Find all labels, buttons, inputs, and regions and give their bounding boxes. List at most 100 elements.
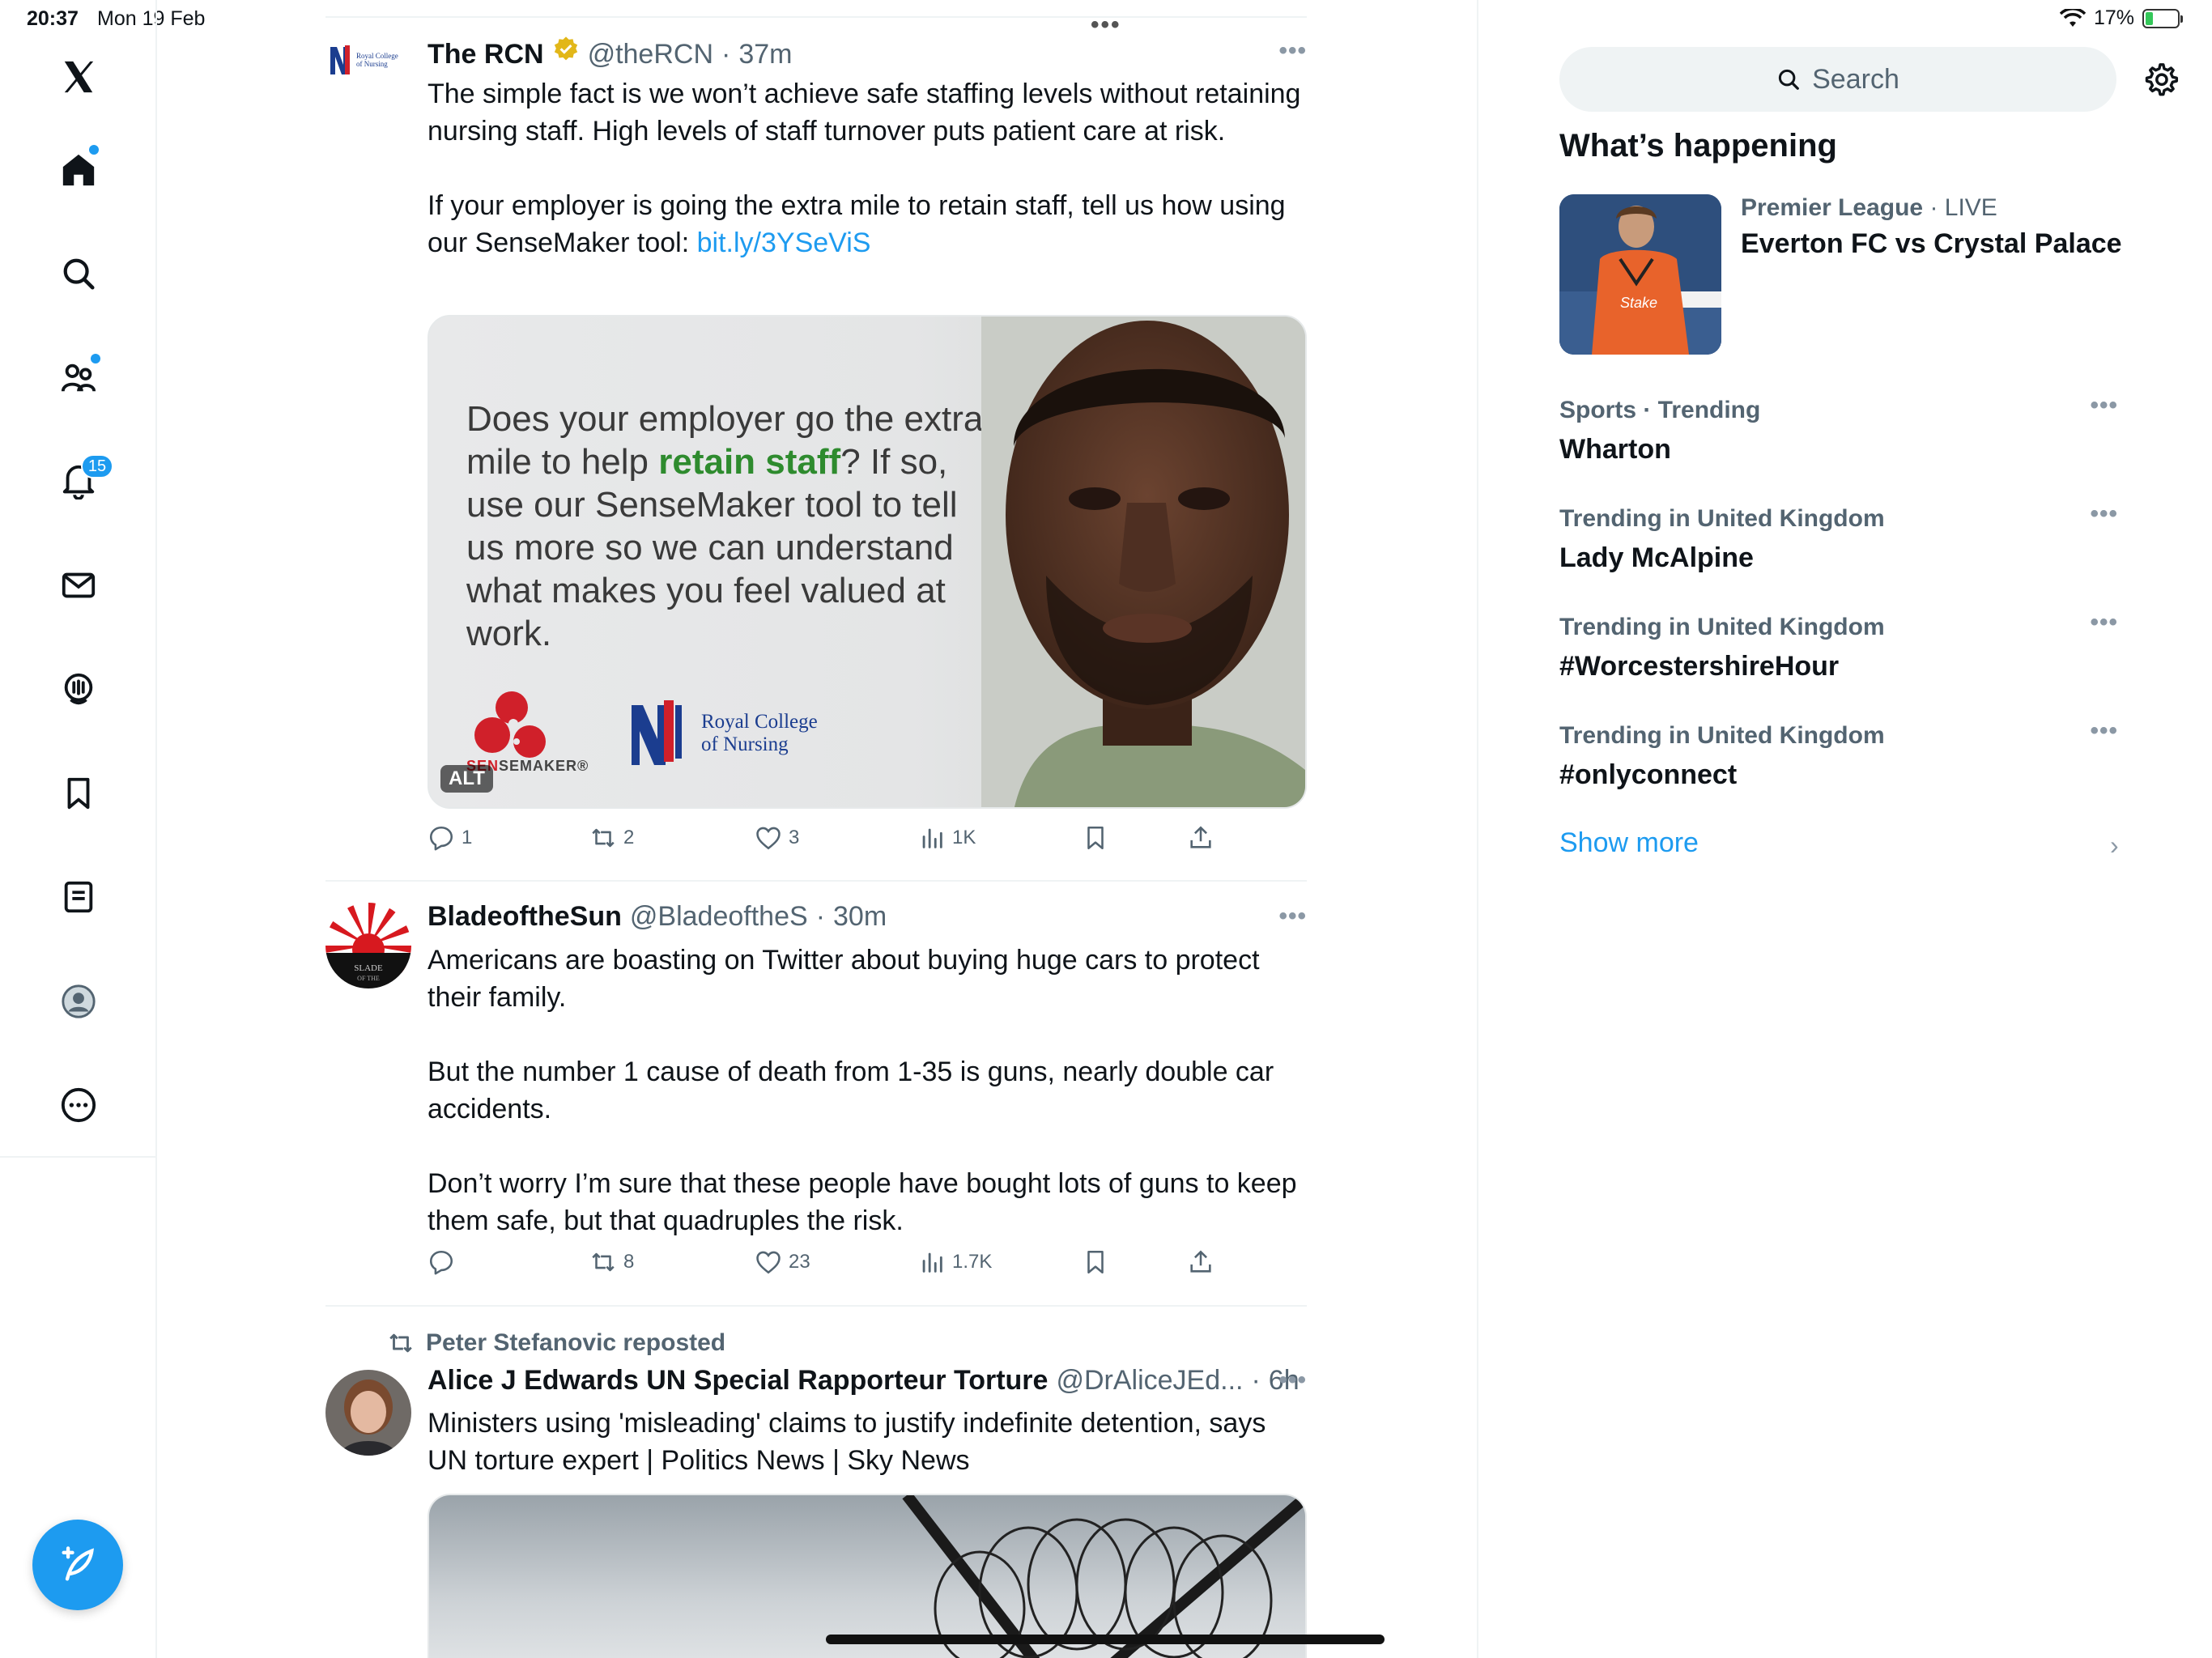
trend-more-button[interactable]: •••: [2090, 392, 2118, 419]
rcn-logo-line2: of Nursing: [701, 733, 789, 755]
reposted-by-text: Peter Stefanovic reposted: [426, 1329, 726, 1356]
nav-lists[interactable]: [50, 869, 107, 925]
like-button[interactable]: 3: [755, 824, 799, 852]
tweet-age[interactable]: 37m: [738, 39, 792, 70]
nav-more[interactable]: [50, 1077, 107, 1133]
show-more-link[interactable]: Show more: [1559, 827, 1699, 859]
nav-bookmarks[interactable]: [50, 765, 107, 822]
share-icon: [1190, 826, 1211, 848]
gear-icon[interactable]: [2142, 62, 2179, 99]
rcn-logo: Royal College of Nursing: [628, 697, 818, 770]
repost-button[interactable]: 8: [589, 1248, 634, 1276]
profile-icon: [62, 984, 96, 1018]
communities-dot: [91, 354, 100, 363]
repost-button[interactable]: 2: [589, 824, 634, 852]
rcn-logo-text: Royal College of Nursing: [701, 711, 818, 756]
search-input[interactable]: Search: [1559, 47, 2116, 112]
alt-badge[interactable]: ALT: [440, 765, 493, 793]
verified-icon: [554, 36, 577, 61]
tweet-header: The RCN @theRCN · 37m: [428, 36, 792, 70]
featured-event-category: Premier League: [1741, 194, 1924, 221]
svg-text:Stake: Stake: [1620, 295, 1657, 311]
trend-more-button[interactable]: •••: [2090, 717, 2118, 745]
views-count: 1K: [952, 827, 976, 848]
rcn-avatar-logo: Royal College of Nursing: [330, 45, 398, 74]
tweet-more-button[interactable]: •••: [1278, 903, 1307, 930]
nav-communities[interactable]: [50, 349, 107, 406]
tweet-paragraph: Ministers using 'misleading' claims to j…: [428, 1408, 1266, 1476]
author-handle[interactable]: @theRCN: [588, 39, 713, 70]
tweet-media-image[interactable]: [428, 1494, 1307, 1658]
trend-item[interactable]: Trending in United Kingdom #Worcestershi…: [1559, 609, 2118, 682]
footballer-photo: Stake: [1559, 194, 1721, 355]
nav-notifications[interactable]: 15: [50, 453, 113, 509]
bookmark-icon: [1087, 826, 1104, 850]
media-copy-post: ?: [840, 442, 861, 482]
trend-item[interactable]: Trending in United Kingdom Lady McAlpine…: [1559, 500, 2118, 574]
svg-text:OF THE: OF THE: [357, 975, 380, 982]
trend-item[interactable]: Sports · Trending Wharton •••: [1559, 392, 2118, 466]
author-handle[interactable]: @BladeoftheS: [630, 901, 808, 933]
like-button[interactable]: 23: [755, 1248, 810, 1276]
author-name[interactable]: The RCN: [428, 39, 544, 70]
reply-button[interactable]: 1: [428, 824, 472, 852]
views-button[interactable]: 1.7K: [918, 1248, 992, 1276]
reposted-by[interactable]: Peter Stefanovic reposted: [387, 1329, 725, 1357]
tweet-more-button[interactable]: •••: [1278, 37, 1307, 65]
trend-more-button[interactable]: •••: [2090, 500, 2118, 528]
reply-button[interactable]: [428, 1248, 462, 1276]
trend-more-button[interactable]: •••: [2090, 609, 2118, 636]
right-column-divider: [1477, 0, 1478, 1658]
trend-meta: Trending in United Kingdom: [1559, 722, 1885, 749]
featured-event-image[interactable]: Stake: [1559, 194, 1721, 355]
avatar[interactable]: [325, 1370, 411, 1456]
svg-text:SLADE: SLADE: [354, 963, 383, 973]
author-name[interactable]: Alice J Edwards UN Special Rapporteur To…: [428, 1365, 1048, 1397]
media-copy-highlight: retain staff: [658, 442, 841, 482]
mail-icon: [62, 572, 96, 598]
tweet-text: Americans are boasting on Twitter about …: [428, 942, 1307, 1239]
header-separator: ·: [815, 901, 826, 932]
svg-text:Royal College: Royal College: [356, 52, 398, 60]
views-button[interactable]: 1K: [918, 824, 976, 852]
home-indicator[interactable]: [826, 1635, 1385, 1644]
rcn-logo-line1: Royal College: [701, 711, 818, 733]
x-logo-icon[interactable]: [50, 49, 107, 105]
nav-profile[interactable]: [50, 973, 107, 1030]
bookmark-button[interactable]: [1082, 1248, 1109, 1276]
share-button[interactable]: [1187, 1248, 1214, 1276]
nav-explore[interactable]: [50, 245, 107, 302]
tweet-link[interactable]: bit.ly/3YSeViS: [697, 227, 871, 258]
tweet-header: BladeoftheSun @BladeoftheS · 30m: [428, 901, 887, 933]
bookmark-button[interactable]: [1082, 824, 1109, 852]
avatar[interactable]: Royal College of Nursing: [325, 40, 411, 126]
tweet-more-button[interactable]: •••: [1278, 1367, 1307, 1394]
repost-icon: [592, 828, 615, 848]
featured-event-title[interactable]: Everton FC vs Crystal Palace: [1741, 228, 2122, 260]
trend-term: Wharton: [1559, 434, 1671, 465]
trend-item[interactable]: Trending in United Kingdom #onlyconnect …: [1559, 717, 2118, 791]
tweet-age[interactable]: 30m: [833, 901, 887, 933]
repost-count: 8: [623, 1251, 635, 1273]
nav-messages[interactable]: [50, 557, 107, 614]
featured-event-status: LIVE: [1944, 194, 1997, 221]
author-name[interactable]: BladeoftheSun: [428, 901, 622, 933]
media-copy: Does your employer go the extra mile to …: [466, 397, 1001, 655]
views-count: 1.7K: [952, 1251, 993, 1273]
left-nav: 15: [0, 0, 157, 1658]
like-icon: [756, 827, 781, 850]
bookmark-icon: [67, 777, 90, 810]
chevron-right-icon: ›: [2110, 831, 2119, 860]
share-button[interactable]: [1187, 824, 1214, 852]
tweet-divider: [325, 1305, 1307, 1307]
bladeofthesun-avatar: SLADE OF THE: [325, 903, 411, 988]
tweet-media-image[interactable]: Does your employer go the extra mile to …: [428, 315, 1307, 809]
trend-term: #onlyconnect: [1559, 759, 1738, 790]
search-icon: [1779, 69, 1799, 90]
nav-spaces[interactable]: [50, 661, 107, 717]
compose-button[interactable]: [32, 1520, 123, 1610]
avatar[interactable]: SLADE OF THE: [325, 903, 411, 988]
repost-icon: [389, 1333, 412, 1353]
author-handle[interactable]: @DrAliceJEd...: [1056, 1365, 1243, 1397]
nav-home[interactable]: [50, 142, 107, 198]
